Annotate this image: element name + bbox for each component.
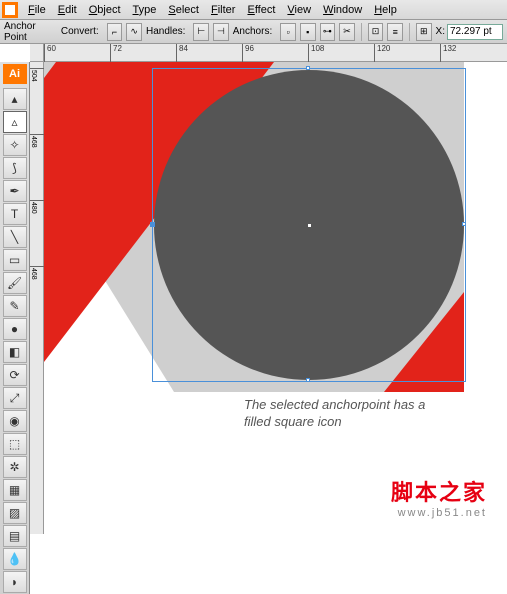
watermark-text: 脚本之家: [391, 475, 487, 507]
ruler-tick: 468: [30, 266, 44, 280]
anchors-connect-button[interactable]: ⊶: [320, 23, 336, 41]
rotate-tool[interactable]: ⟳: [3, 364, 27, 386]
eyedropper-tool[interactable]: 💧: [3, 548, 27, 570]
menu-window[interactable]: Window: [317, 2, 368, 18]
x-label: X:: [436, 26, 445, 37]
menu-object[interactable]: Object: [83, 2, 127, 18]
horizontal-ruler[interactable]: 60 72 84 96 108 120 132: [44, 44, 507, 62]
canvas[interactable]: The selected anchorpoint has a filled sq…: [44, 62, 507, 534]
ruler-tick: 504: [30, 68, 44, 82]
x-input[interactable]: [447, 24, 503, 40]
control-mode-label: Anchor Point: [4, 21, 53, 43]
menu-view[interactable]: View: [281, 2, 317, 18]
caption-text: The selected anchorpoint has a filled sq…: [244, 397, 425, 431]
convert-smooth-button[interactable]: ∿: [126, 23, 142, 41]
mesh-tool[interactable]: ▨: [3, 502, 27, 524]
menu-type[interactable]: Type: [127, 2, 163, 18]
symbol-sprayer-tool[interactable]: ✲: [3, 456, 27, 478]
isolate-button[interactable]: ⊡: [368, 23, 384, 41]
ai-badge-icon: Ai: [3, 64, 27, 84]
reference-point-button[interactable]: ⊞: [416, 23, 432, 41]
pen-tool[interactable]: ✒: [3, 180, 27, 202]
vertical-ruler[interactable]: 504 468 480 468: [30, 62, 44, 534]
gradient-tool[interactable]: ▤: [3, 525, 27, 547]
anchor-point-selected[interactable]: [150, 222, 155, 227]
menubar: FileEditObjectTypeSelectFilterEffectView…: [0, 0, 507, 20]
type-tool[interactable]: T: [3, 203, 27, 225]
menu-file[interactable]: File: [22, 2, 52, 18]
graph-tool[interactable]: ▦: [3, 479, 27, 501]
free-transform-tool[interactable]: ⬚: [3, 433, 27, 455]
handles-label: Handles:: [146, 26, 185, 37]
ruler-tick: 132: [440, 44, 456, 62]
app-logo-icon: [2, 2, 18, 18]
magic-wand-tool[interactable]: ✧: [3, 134, 27, 156]
rectangle-tool[interactable]: ▭: [3, 249, 27, 271]
ruler-tick: 108: [308, 44, 324, 62]
menu-effect[interactable]: Effect: [241, 2, 281, 18]
align-button[interactable]: ≡: [387, 23, 403, 41]
handles-hide-button[interactable]: ⊣: [213, 23, 229, 41]
pencil-tool[interactable]: ✎: [3, 295, 27, 317]
ruler-tick: 120: [374, 44, 390, 62]
convert-label: Convert:: [61, 26, 99, 37]
anchor-point[interactable]: [306, 66, 310, 70]
anchors-remove-button[interactable]: ▫: [280, 23, 296, 41]
handles-show-button[interactable]: ⊢: [193, 23, 209, 41]
ruler-tick: 96: [242, 44, 254, 62]
eraser-tool[interactable]: ◧: [3, 341, 27, 363]
caption-line: The selected anchorpoint has a: [244, 397, 425, 414]
watermark: 脚本之家 www.jb51.net: [391, 475, 487, 519]
center-point-icon: [308, 224, 311, 227]
anchors-add-button[interactable]: ▪: [300, 23, 316, 41]
convert-corner-button[interactable]: ⌐: [107, 23, 123, 41]
menu-help[interactable]: Help: [368, 2, 403, 18]
anchor-point[interactable]: [306, 378, 310, 382]
artboard: [44, 62, 464, 392]
blend-tool[interactable]: ◗: [3, 571, 27, 593]
menu-select[interactable]: Select: [162, 2, 205, 18]
direct-selection-tool[interactable]: ▵: [3, 111, 27, 133]
separator: [361, 23, 362, 41]
warp-tool[interactable]: ◉: [3, 410, 27, 432]
menu-edit[interactable]: Edit: [52, 2, 83, 18]
anchors-label: Anchors:: [233, 26, 272, 37]
ruler-tick: 60: [44, 44, 56, 62]
blob-brush-tool[interactable]: ●: [3, 318, 27, 340]
control-bar: Anchor Point Convert: ⌐ ∿ Handles: ⊢ ⊣ A…: [0, 20, 507, 44]
ruler-tick: 84: [176, 44, 188, 62]
anchor-point[interactable]: [462, 222, 466, 226]
ruler-tick: 72: [110, 44, 122, 62]
ruler-tick: 468: [30, 134, 44, 148]
selection-tool[interactable]: ▴: [3, 88, 27, 110]
ruler-origin[interactable]: [30, 44, 44, 62]
lasso-tool[interactable]: ⟆: [3, 157, 27, 179]
watermark-url: www.jb51.net: [391, 507, 487, 519]
toolbox: Ai ▴▵✧⟆✒T╲▭🖌✎●◧⟳⤢◉⬚✲▦▨▤💧◗: [0, 62, 30, 594]
line-tool[interactable]: ╲: [3, 226, 27, 248]
ruler-tick: 480: [30, 200, 44, 214]
paintbrush-tool[interactable]: 🖌: [3, 272, 27, 294]
scale-tool[interactable]: ⤢: [3, 387, 27, 409]
separator: [409, 23, 410, 41]
caption-line: filled square icon: [244, 414, 425, 431]
menu-filter[interactable]: Filter: [205, 2, 241, 18]
anchors-cut-button[interactable]: ✂: [339, 23, 355, 41]
